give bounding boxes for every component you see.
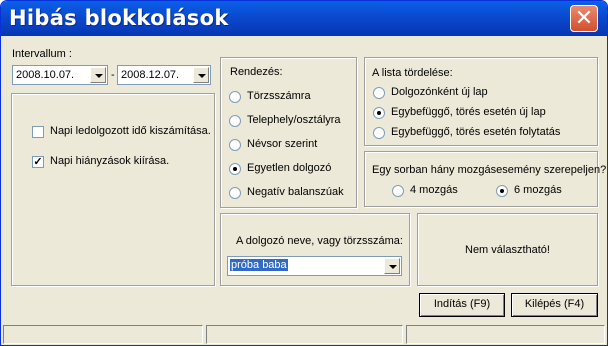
title-bar[interactable]: Hibás blokkolások ✕ bbox=[1, 1, 607, 36]
employee-panel: A dolgozó neve, vagy törzsszáma: próba b… bbox=[220, 213, 410, 286]
sort-radio-single[interactable] bbox=[229, 163, 241, 175]
daily-worked-time-checkbox[interactable] bbox=[32, 126, 44, 138]
chevron-down-icon[interactable] bbox=[90, 67, 106, 83]
paging-label-break-new-page: Egybefüggő, törés esetén új lap bbox=[391, 106, 546, 118]
sort-panel: Rendezés: Törzsszámra Telephely/osztályr… bbox=[220, 57, 357, 208]
sort-radio-negative[interactable] bbox=[229, 187, 241, 199]
close-button[interactable]: ✕ bbox=[570, 5, 598, 32]
sort-radio-site[interactable] bbox=[229, 115, 241, 127]
paging-radio-per-employee[interactable] bbox=[373, 87, 385, 99]
events-radio-6[interactable] bbox=[496, 185, 508, 197]
paging-label-break-continue: Egybefüggő, törés esetén folytatás bbox=[391, 126, 561, 138]
status-cell-1 bbox=[3, 325, 203, 344]
exit-button[interactable]: Kilépés (F4) bbox=[511, 293, 598, 317]
window-title: Hibás blokkolások bbox=[9, 6, 229, 30]
sort-radio-id[interactable] bbox=[229, 91, 241, 103]
not-selectable-panel: Nem választható! bbox=[417, 213, 598, 286]
events-label-4: 4 mozgás bbox=[410, 184, 458, 196]
date-separator: - bbox=[111, 69, 115, 81]
sort-label-single: Egyetlen dolgozó bbox=[247, 162, 332, 174]
sort-label-name: Névsor szerint bbox=[247, 138, 318, 150]
daily-worked-time-label: Napi ledolgozott idő kiszámítása. bbox=[50, 125, 211, 137]
daily-absences-checkbox[interactable]: ✓ bbox=[32, 156, 44, 168]
daily-absences-label: Napi hiányzások kiírása. bbox=[50, 155, 170, 167]
start-button[interactable]: Indítás (F9) bbox=[419, 293, 505, 317]
date-from-value: 2008.10.07. bbox=[16, 69, 75, 81]
status-cell-2 bbox=[206, 325, 403, 344]
paging-radio-break-new-page[interactable] bbox=[373, 107, 385, 119]
date-to-select[interactable]: 2008.12.07. bbox=[117, 65, 211, 85]
sort-radio-name[interactable] bbox=[229, 139, 241, 151]
employee-select[interactable]: próba baba bbox=[227, 256, 402, 276]
paging-label-per-employee: Dolgozónként új lap bbox=[391, 86, 488, 98]
sort-label-id: Törzsszámra bbox=[247, 90, 311, 102]
sort-label-site: Telephely/osztályra bbox=[247, 114, 341, 126]
not-selectable-text: Nem választható! bbox=[465, 244, 550, 256]
paging-radio-break-continue[interactable] bbox=[373, 127, 385, 139]
employee-value: próba baba bbox=[230, 259, 288, 271]
chevron-down-icon[interactable] bbox=[193, 67, 209, 83]
date-to-value: 2008.12.07. bbox=[121, 69, 180, 81]
events-per-row-panel: Egy sorban hány mozgásesemény szerepelje… bbox=[364, 151, 606, 207]
options-panel: Napi ledolgozott idő kiszámítása. ✓ Napi… bbox=[11, 93, 215, 286]
date-from-select[interactable]: 2008.10.07. bbox=[12, 65, 108, 85]
paging-panel: A lista tördelése: Dolgozónként új lap E… bbox=[364, 57, 598, 146]
dialog-window: Hibás blokkolások ✕ Intervallum : 2008.1… bbox=[0, 0, 608, 346]
paging-title: A lista tördelése: bbox=[372, 67, 453, 79]
status-cell-3 bbox=[406, 325, 605, 344]
events-radio-4[interactable] bbox=[392, 185, 404, 197]
employee-label: A dolgozó neve, vagy törzsszáma: bbox=[236, 235, 403, 247]
sort-title: Rendezés: bbox=[230, 66, 283, 78]
sort-label-negative: Negatív balanszúak bbox=[247, 186, 344, 198]
events-question: Egy sorban hány mozgásesemény szerepelje… bbox=[372, 164, 607, 176]
events-label-6: 6 mozgás bbox=[514, 184, 562, 196]
interval-label: Intervallum : bbox=[12, 48, 72, 60]
chevron-down-icon[interactable] bbox=[384, 258, 400, 274]
